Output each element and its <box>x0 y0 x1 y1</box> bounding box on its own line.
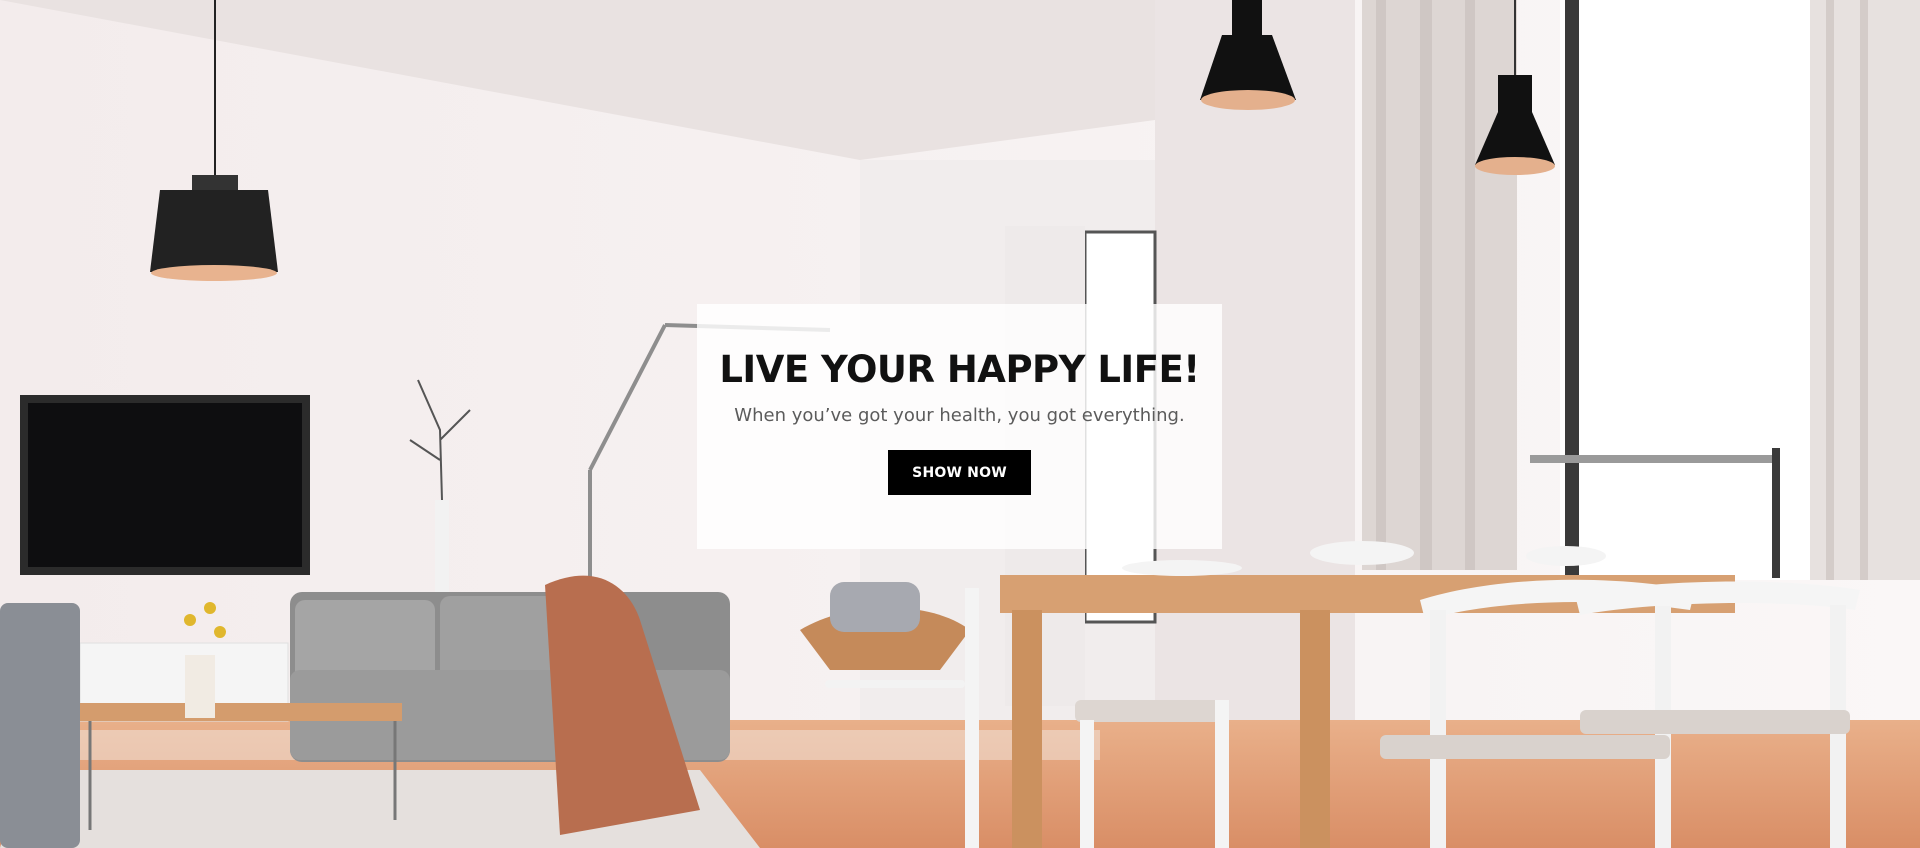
hero-title: LIVE YOUR HAPPY LIFE! <box>719 348 1200 391</box>
hero-banner: LIVE YOUR HAPPY LIFE! When you’ve got yo… <box>0 0 1920 848</box>
promo-card: LIVE YOUR HAPPY LIFE! When you’ve got yo… <box>697 304 1222 549</box>
hero-subtitle: When you’ve got your health, you got eve… <box>734 405 1185 426</box>
show-now-button[interactable]: SHOW NOW <box>888 450 1031 495</box>
